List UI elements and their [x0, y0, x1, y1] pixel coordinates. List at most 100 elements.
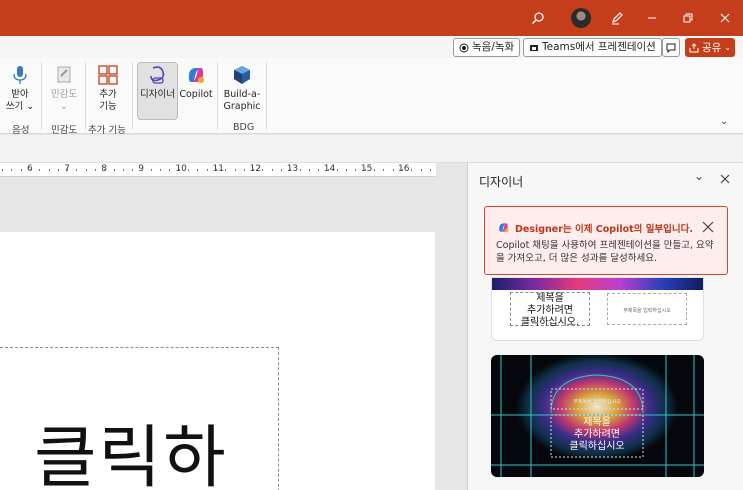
comments-button[interactable]	[662, 38, 680, 57]
pane-title: 디자이너	[479, 175, 524, 189]
ruler-dot	[85, 169, 87, 171]
separator	[217, 62, 218, 130]
search-icon[interactable]	[520, 0, 556, 36]
addins-grid-icon	[98, 65, 118, 85]
avatar	[571, 8, 591, 28]
ruler-tick-label: 15	[360, 164, 373, 174]
group-sensitivity: 민감도	[51, 125, 78, 136]
addins-label-2: 기능	[99, 101, 117, 112]
ruler-dot	[281, 169, 282, 171]
copilot-notice: Designer는 이제 Copilot의 일부입니다. Copilot 채팅을…	[484, 206, 728, 275]
ruler-dot	[104, 169, 106, 171]
ruler-dot	[262, 169, 264, 171]
dictate-label-2: 쓰기 ⌄	[5, 101, 35, 112]
ruler-dot	[383, 169, 385, 171]
notice-body: Copilot 채팅을 사용하여 프레젠테이션을 만들고, 요약을 가져오고, …	[496, 240, 714, 264]
designer-button[interactable]: 디자이너	[138, 64, 177, 101]
card-artwork	[491, 355, 704, 477]
restore-button[interactable]	[670, 0, 706, 36]
chevron-down-icon: ⌄	[724, 43, 732, 52]
ruler-dot	[76, 169, 78, 171]
sensitivity-label-1: 민감도	[50, 89, 78, 100]
sensitivity-button[interactable]: 민감도 ⌄	[47, 64, 81, 113]
ruler-dot	[271, 169, 273, 171]
pen-icon[interactable]	[599, 0, 635, 36]
notice-close-icon[interactable]	[702, 221, 714, 233]
ruler-dot	[57, 169, 59, 171]
microphone-icon	[13, 66, 27, 84]
ruler-dot	[160, 169, 162, 171]
separator	[41, 62, 42, 130]
minimize-button[interactable]	[634, 0, 670, 36]
ruler-dot	[132, 169, 134, 171]
teams-present-button[interactable]: Teams에서 프레젠테이션	[523, 38, 662, 57]
pane-options-chevron-icon[interactable]: ⌄	[694, 169, 704, 183]
record-button[interactable]: 녹음/녹화	[453, 38, 521, 57]
ruler-dot	[420, 169, 422, 171]
ruler-dot	[141, 169, 143, 171]
ruler-dot	[429, 169, 431, 171]
share-icon	[689, 42, 699, 52]
ruler-dot	[401, 169, 403, 171]
ruler-tick-label: 12	[249, 164, 262, 174]
minimize-icon	[648, 17, 656, 19]
ruler-dot	[150, 169, 152, 171]
share-label: 공유	[701, 42, 722, 54]
command-row: 녹음/녹화 Teams에서 프레젠테이션 공유 ⌄	[0, 36, 743, 58]
record-icon	[459, 43, 469, 52]
ruler-dot	[197, 169, 199, 171]
dictate-button[interactable]: 받아 쓰기 ⌄	[5, 64, 35, 113]
separator	[266, 62, 267, 130]
ruler-dot	[39, 169, 41, 171]
ruler-dot	[374, 169, 375, 171]
close-button[interactable]	[707, 0, 743, 36]
card2-subtitle-text: 부제목을 입력하십시오	[573, 399, 621, 405]
copilot-icon	[499, 223, 509, 233]
ruler-dot	[318, 169, 320, 171]
ruler-dot	[67, 169, 69, 171]
ruler-tick-label: 10	[175, 164, 187, 174]
ruler-dot	[411, 169, 413, 171]
ruler-tick-label: 13	[286, 164, 299, 174]
addins-label-1: 추가	[99, 89, 117, 100]
slide-title-text[interactable]: 클릭하	[34, 402, 228, 490]
pane-close-icon[interactable]	[720, 174, 730, 184]
ruler-dot	[364, 169, 366, 171]
ruler-dot	[290, 169, 292, 171]
record-label: 녹음/녹화	[472, 41, 515, 53]
restore-icon	[683, 13, 693, 23]
card2-title-text: 제목을 추가하려면 클릭하십시오	[569, 417, 625, 452]
slide[interactable]: 클릭하	[0, 232, 435, 490]
share-button[interactable]: 공유 ⌄	[685, 38, 735, 57]
ruler-tick-label: 11	[212, 164, 224, 174]
ruler-dot	[346, 169, 348, 171]
account-button[interactable]	[563, 0, 599, 36]
addins-button[interactable]: 추가 기능	[92, 64, 124, 113]
copilot-icon	[188, 68, 204, 83]
build-label-1: Build-a-	[223, 89, 261, 100]
ruler-dot	[215, 169, 217, 171]
ruler-tick-label: 14	[323, 164, 336, 174]
group-addins: 추가 기능	[88, 125, 126, 136]
separator	[132, 62, 133, 130]
ruler-dot	[20, 169, 22, 171]
ribbon-strip	[0, 135, 743, 163]
title-bar	[0, 0, 743, 36]
ruler-dot	[113, 169, 115, 171]
ruler-dot	[308, 169, 310, 171]
build-a-graphic-button[interactable]: Build-a- Graphic	[222, 64, 262, 113]
designer-pane: 디자이너 ⌄ Designer는 이제 Copilot의 일부입니다. Copi…	[467, 163, 743, 490]
slide-canvas: 클릭하	[0, 177, 466, 490]
ruler-dot	[178, 169, 180, 171]
ruler-dot	[95, 169, 96, 171]
ruler-dot	[299, 169, 301, 171]
collapse-ribbon-icon[interactable]: ⌄	[720, 116, 728, 127]
design-idea-card[interactable]: 제목을 추가하려면 클릭하십시오. 부제목을 입력하십시오	[491, 277, 704, 341]
copilot-button[interactable]: Copilot	[179, 64, 213, 101]
design-idea-card[interactable]: 부제목을 입력하십시오 제목을 추가하려면 클릭하십시오	[491, 355, 704, 477]
designer-label: 디자이너	[140, 89, 175, 100]
ruler-dot	[2, 169, 3, 171]
ruler-dot	[11, 169, 13, 171]
ruler-dot	[122, 169, 124, 171]
comment-icon	[666, 43, 676, 53]
